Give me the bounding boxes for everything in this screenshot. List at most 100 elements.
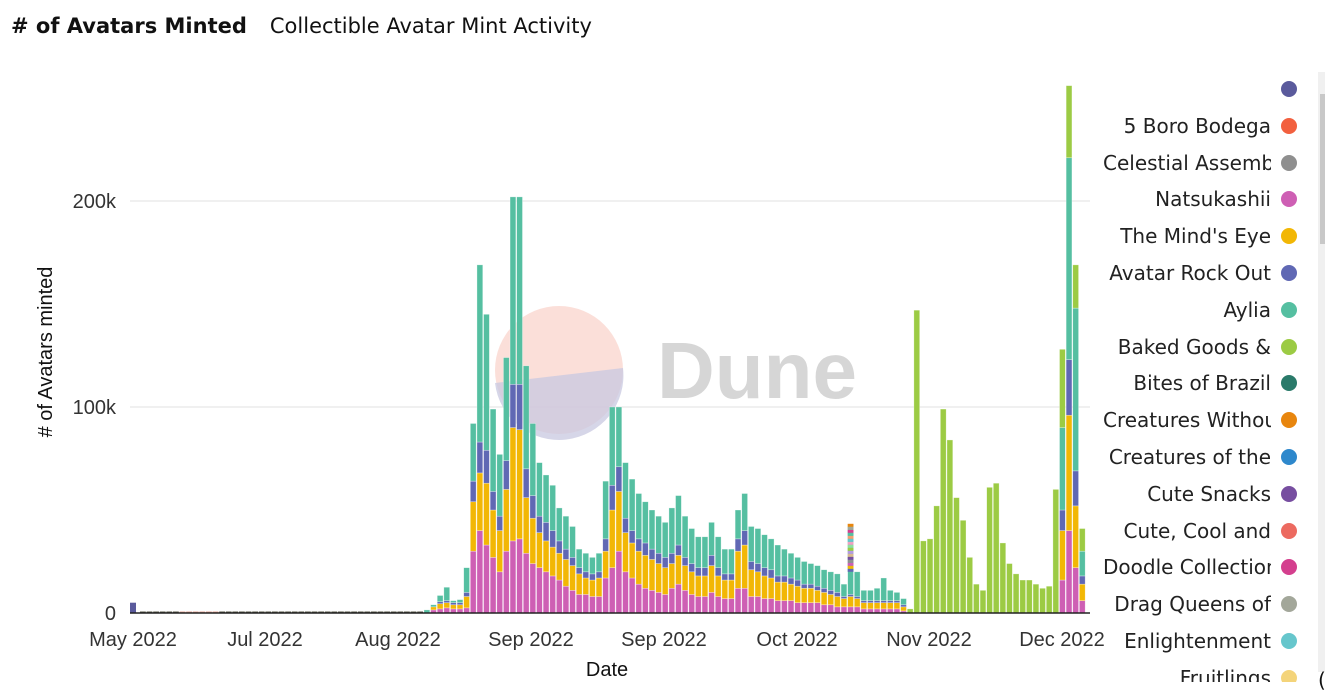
bar-segment	[681, 590, 689, 614]
legend-item[interactable]: Aylia	[1223, 295, 1297, 325]
bar-segment	[602, 538, 609, 552]
legend-item[interactable]: Celestial Assembly	[1103, 148, 1297, 178]
bar-stack	[714, 536, 722, 614]
bar-stack	[807, 563, 815, 614]
bar-segment	[801, 587, 808, 604]
bar-segment	[609, 406, 616, 486]
bar-segment	[622, 462, 629, 519]
bar-segment	[1006, 563, 1013, 614]
legend-item[interactable]: Creatures Without	[1103, 405, 1297, 435]
bar-stack	[926, 538, 934, 614]
bar-segment	[681, 515, 689, 558]
bar-stack	[754, 528, 762, 614]
bar-segment	[827, 594, 834, 606]
bar-segment	[993, 482, 1000, 614]
bar-segment	[701, 596, 709, 614]
bar-segment	[655, 552, 662, 564]
legend-item[interactable]: Creatures of the	[1109, 442, 1297, 472]
bar-segment	[655, 515, 662, 554]
legend-item[interactable]: Enlightenment	[1124, 626, 1297, 656]
legend-item[interactable]: The Mind's Eye	[1120, 221, 1297, 251]
bar-segment	[741, 530, 748, 546]
legend-item[interactable]: Bites of Brazil	[1133, 368, 1297, 398]
bar-segment	[503, 489, 510, 552]
bar-segment	[450, 604, 457, 610]
bar-stack	[767, 538, 775, 614]
bar-segment	[986, 487, 993, 614]
bar-segment	[787, 552, 795, 579]
bar-segment	[847, 594, 854, 597]
bar-segment	[701, 536, 709, 568]
bar-segment	[463, 567, 470, 593]
legend-item[interactable]	[1271, 74, 1297, 104]
bar-segment	[721, 548, 729, 575]
bar-segment	[522, 552, 530, 614]
legend-item[interactable]: Baked Goods &	[1118, 332, 1297, 362]
bar-segment	[582, 552, 589, 573]
bar-stack	[628, 478, 636, 614]
bar-segment	[794, 585, 801, 603]
bar-segment	[542, 540, 550, 573]
bar-segment	[668, 587, 676, 614]
bar-segment	[900, 598, 907, 606]
bar-segment	[1012, 573, 1020, 614]
legend-item[interactable]: Doodle Collection	[1103, 552, 1297, 582]
bar-stack	[1052, 489, 1060, 614]
legend-item[interactable]: 5 Boro Bodega	[1124, 111, 1297, 141]
legend-item[interactable]: Natsukashii	[1155, 184, 1297, 214]
bar-segment	[741, 587, 748, 614]
bar-segment	[542, 571, 550, 614]
bar-segment	[853, 598, 861, 608]
bar-segment	[893, 600, 901, 604]
legend-item[interactable]: Cute, Cool and	[1124, 516, 1297, 546]
bar-segment	[1059, 579, 1066, 614]
bar-segment	[1079, 583, 1086, 601]
legend-color-dot-icon	[1281, 449, 1297, 465]
legend-color-dot-icon	[1281, 338, 1297, 355]
bar-segment	[476, 441, 484, 474]
legend-item[interactable]: Fruitlings	[1180, 663, 1297, 682]
bar-segment	[801, 602, 808, 614]
legend-item[interactable]: Cute Snacks	[1147, 479, 1297, 509]
bar-stack	[1045, 585, 1053, 614]
bar-segment	[642, 587, 649, 614]
bar-segment	[1059, 509, 1066, 531]
bar-segment	[549, 546, 556, 577]
bar-stack	[509, 196, 517, 614]
bar-segment	[1019, 579, 1026, 614]
bar-segment	[615, 406, 623, 468]
bar-stack	[483, 313, 490, 614]
legend-color-dot-icon	[1281, 191, 1297, 208]
bar-segment	[860, 590, 868, 601]
y-axis-label: # of Avatars minted	[35, 267, 57, 438]
bar-stack	[456, 599, 464, 614]
bar-segment	[847, 523, 854, 527]
legend-label: Drag Queens of	[1114, 592, 1271, 617]
bar-segment	[1045, 585, 1053, 614]
bar-segment	[549, 575, 556, 614]
bar-segment	[946, 439, 954, 614]
legend-scrollbar-thumb[interactable]	[1320, 94, 1325, 244]
bar-segment	[450, 602, 457, 606]
bar-segment	[873, 602, 881, 610]
bar-segment	[847, 541, 854, 545]
bar-stack	[463, 567, 470, 614]
legend-item[interactable]: Drag Queens of	[1114, 589, 1297, 619]
bar-segment	[556, 579, 563, 614]
legend-color-dot-icon	[1281, 265, 1297, 281]
bar-segment	[575, 567, 583, 575]
bar-stack	[820, 569, 828, 614]
bar-stack	[701, 536, 709, 614]
bar-segment	[774, 581, 781, 601]
overflow-glyph: (	[1318, 668, 1325, 692]
bar-stack	[1065, 85, 1073, 614]
bar-stack	[436, 595, 444, 614]
legend-color-dot-icon	[1281, 522, 1297, 539]
legend-color-dot-icon	[1281, 154, 1297, 171]
legend-item[interactable]: Avatar Rock Out	[1109, 258, 1297, 288]
legend-label: Doodle Collection	[1103, 555, 1271, 580]
bar-segment	[589, 596, 596, 614]
bar-segment	[430, 604, 437, 608]
bar-segment	[820, 569, 828, 589]
bar-stack	[1072, 264, 1079, 614]
